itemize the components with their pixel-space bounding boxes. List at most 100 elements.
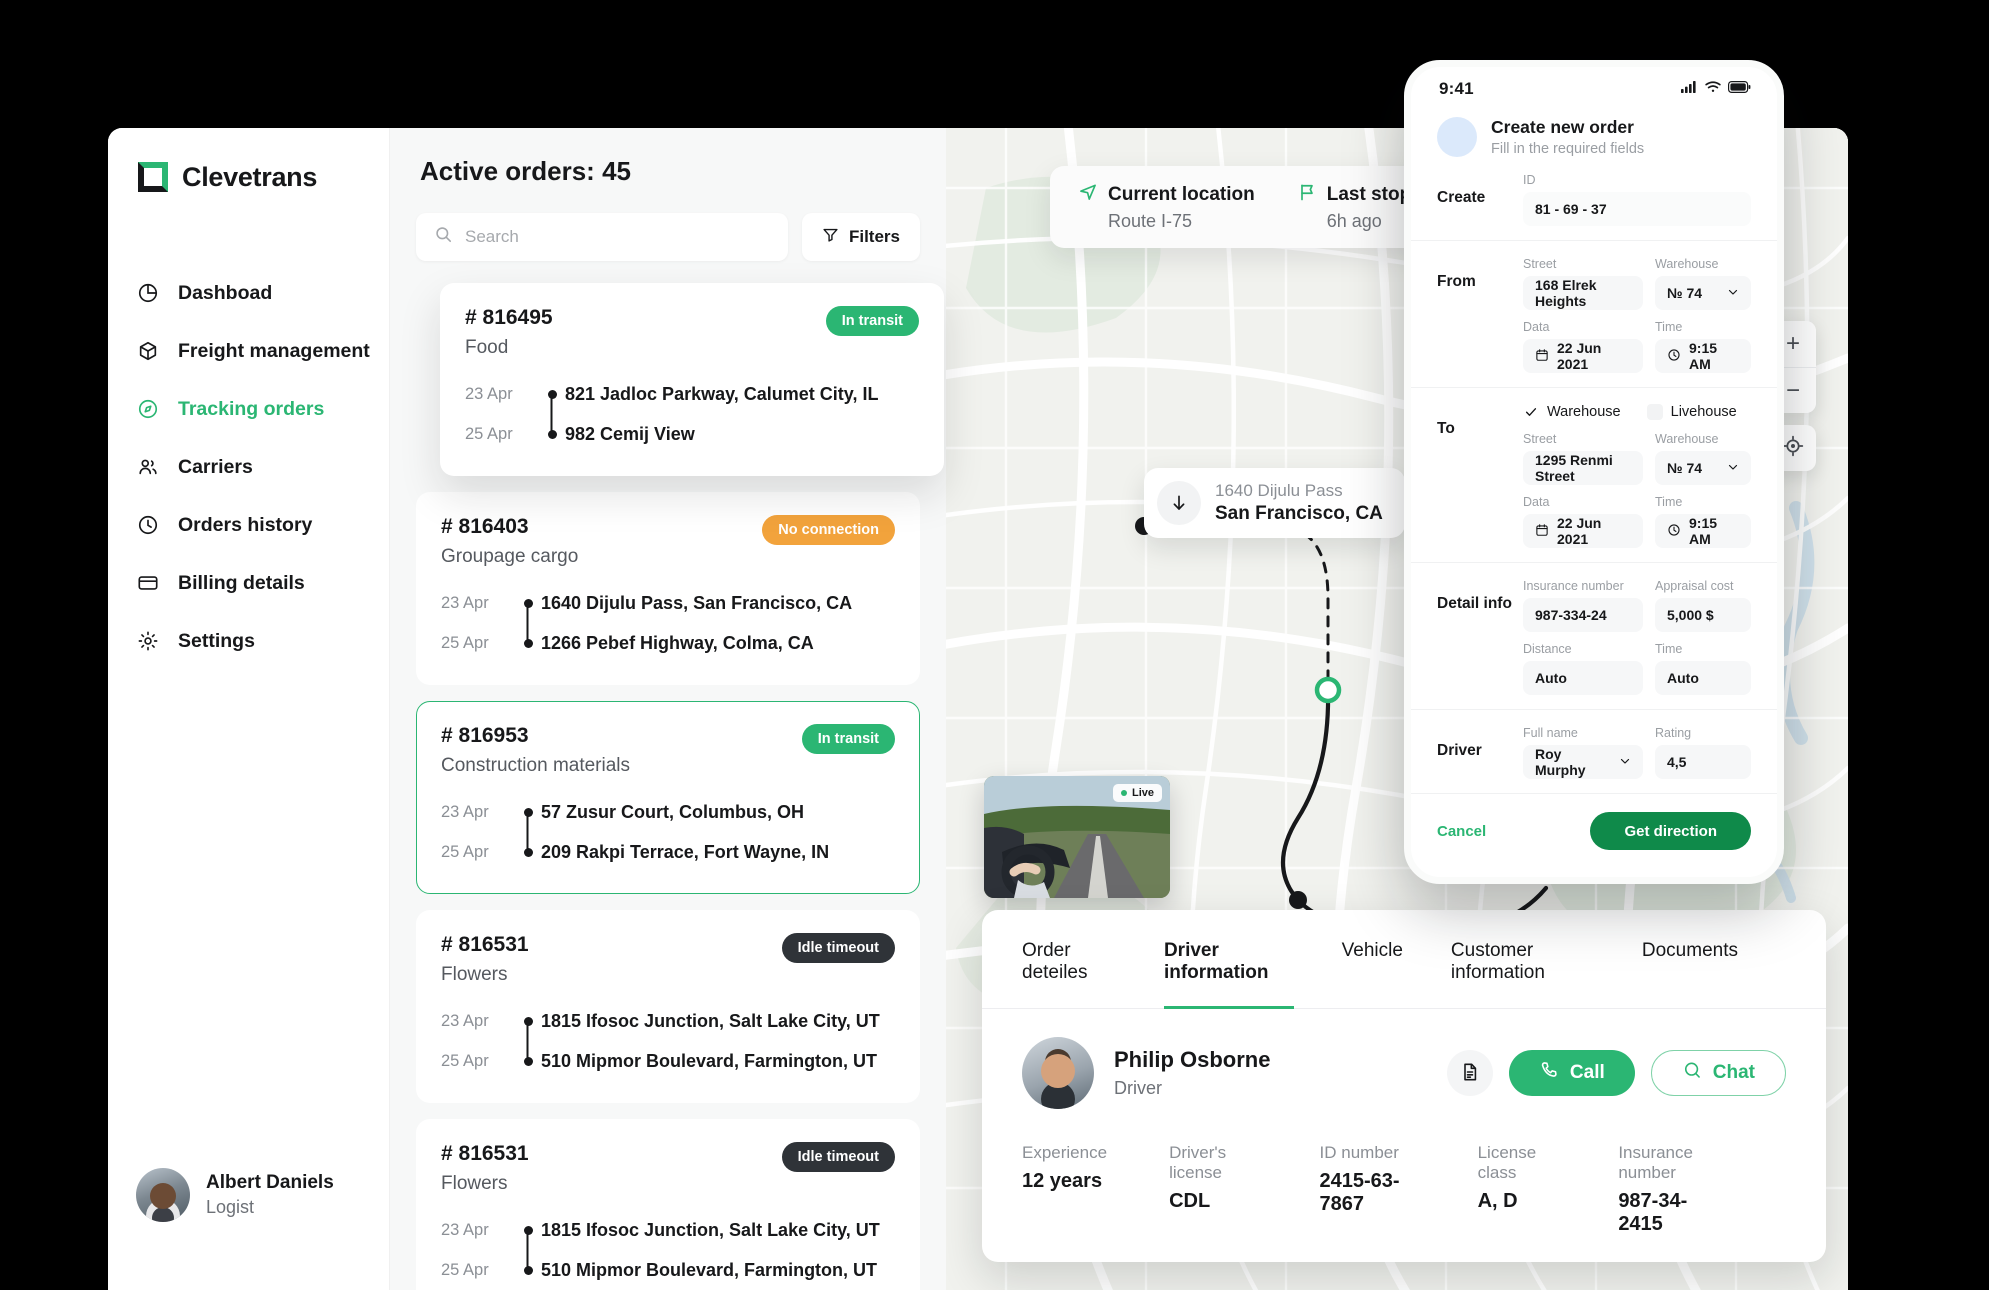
stat-insurance-number: Insurance number 987-34-2415 [1618, 1143, 1724, 1236]
order-card[interactable]: # 816953 Construction materials In trans… [416, 701, 920, 894]
driver-rating-input[interactable]: 4,5 [1655, 745, 1751, 779]
appraisal-cost-input[interactable]: 5,000 $ [1655, 598, 1751, 632]
get-direction-button[interactable]: Get direction [1590, 812, 1751, 850]
route-line [526, 1230, 529, 1270]
phone-header: Create new order Fill in the required fi… [1411, 111, 1777, 157]
route-dot [515, 807, 541, 817]
field-order-id: ID 81 - 69 - 37 [1523, 173, 1751, 226]
status-badge: Idle timeout [781, 1142, 895, 1172]
phone-subtitle: Fill in the required fields [1491, 141, 1645, 157]
phone-section-driver: Driver Full name Roy Murphy Rating 4,5 [1411, 709, 1777, 779]
pin-address-line1: 1640 Dijulu Pass [1215, 481, 1343, 500]
sidebar-item-freight-management[interactable]: Freight management [108, 322, 389, 380]
status-badge: In transit [825, 306, 919, 336]
field-from-street: Street 168 Elrek Heights [1523, 257, 1643, 310]
document-button[interactable] [1446, 1050, 1493, 1096]
to-warehouse-select[interactable]: № 74 [1655, 451, 1751, 485]
from-street-input[interactable]: 168 Elrek Heights [1523, 276, 1643, 310]
stat-value: 2415-63-7867 [1319, 1170, 1400, 1215]
orders-list-pane: Active orders: 45 Search Filters # 81649… [390, 128, 946, 1290]
detail-time-input[interactable]: Auto [1655, 661, 1751, 695]
tab-customer-information[interactable]: Customer information [1451, 910, 1594, 1009]
from-time-input[interactable]: 9:15 AM [1655, 339, 1751, 373]
insurance-number-input[interactable]: 987-334-24 [1523, 598, 1643, 632]
route-line [526, 603, 529, 643]
filters-button[interactable]: Filters [801, 213, 920, 261]
phone-section-to: To Warehouse Livehouse Street 1295 Renmi… [1411, 387, 1777, 548]
toggle-livehouse[interactable]: Livehouse [1646, 404, 1737, 420]
route-date: 25 Apr [441, 842, 489, 861]
stat-value: CDL [1169, 1190, 1211, 1212]
order-id: # 816403 [441, 515, 529, 538]
to-warehouse-value: № 74 [1667, 460, 1703, 476]
driver-name-select[interactable]: Roy Murphy [1523, 745, 1643, 779]
tab-order-details[interactable]: Order deteiles [1022, 910, 1116, 1009]
sidebar-item-tracking-orders[interactable]: Tracking orders [108, 380, 389, 438]
order-card[interactable]: # 816531 Flowers Idle timeout 23 Apr 181… [416, 910, 920, 1103]
order-route: 23 Apr 1815 Ifosoc Junction, Salt Lake C… [441, 1004, 895, 1078]
section-label: To [1437, 420, 1455, 437]
toggle-livehouse-label: Livehouse [1670, 404, 1737, 420]
sidebar-item-orders-history[interactable]: Orders history [108, 496, 389, 554]
driver-role: Driver [1114, 1078, 1162, 1098]
screenshot-stage: Clevetrans Dashboad Freight management T… [0, 0, 1989, 1290]
driver-header: Philip Osborne Driver Call Chat [982, 1009, 1826, 1109]
tab-vehicle[interactable]: Vehicle [1342, 910, 1403, 1009]
cancel-button[interactable]: Cancel [1437, 823, 1486, 840]
chat-label: Chat [1712, 1062, 1755, 1083]
search-input[interactable] [465, 227, 770, 247]
stat-drivers-license: Driver's license CDL [1169, 1143, 1257, 1236]
gear-icon [136, 629, 160, 653]
field-driver-name: Full name Roy Murphy [1523, 726, 1643, 779]
route-line [526, 1021, 529, 1061]
toggle-warehouse[interactable]: Warehouse [1523, 404, 1621, 420]
order-card[interactable]: # 816531 Flowers Idle timeout 23 Apr 181… [416, 1119, 920, 1290]
clock-icon [136, 513, 160, 537]
to-type-toggles: Warehouse Livehouse [1523, 404, 1751, 420]
sidebar-user[interactable]: Albert Daniels Logist [136, 1168, 334, 1222]
field-label: Data [1523, 320, 1550, 334]
dashcam-preview[interactable]: Live [984, 776, 1170, 898]
sidebar-item-settings[interactable]: Settings [108, 612, 389, 670]
user-name: Albert Daniels [206, 1172, 334, 1193]
from-date-input[interactable]: 22 Jun 2021 [1523, 339, 1643, 373]
sidebar-item-dashboard[interactable]: Dashboad [108, 264, 389, 322]
sidebar-item-billing-details[interactable]: Billing details [108, 554, 389, 612]
chevron-down-icon [1619, 754, 1631, 770]
user-role: Logist [206, 1197, 255, 1217]
battery-icon [1728, 80, 1751, 98]
call-button[interactable]: Call [1508, 1050, 1635, 1096]
map-pin-popup[interactable]: 1640 Dijulu Pass San Francisco, CA [1144, 468, 1405, 538]
search-box[interactable] [416, 213, 788, 261]
field-label: Insurance number [1523, 579, 1624, 593]
status-time: 9:41 [1439, 79, 1474, 98]
page-title: Active orders: 45 [420, 156, 631, 186]
field-label: Street [1523, 257, 1557, 271]
chat-button[interactable]: Chat [1650, 1050, 1786, 1096]
route-address: 821 Jadloc Parkway, Calumet City, IL [565, 383, 879, 404]
distance-input[interactable]: Auto [1523, 661, 1643, 695]
route-date: 25 Apr [441, 1260, 489, 1279]
field-label: Time [1655, 495, 1683, 509]
tab-documents[interactable]: Documents [1642, 910, 1738, 1009]
route-date: 23 Apr [441, 1011, 489, 1030]
route-line [550, 394, 553, 434]
to-date-input[interactable]: 22 Jun 2021 [1523, 514, 1643, 548]
locate-icon [1782, 435, 1804, 462]
document-icon [1460, 1062, 1480, 1085]
order-id: # 816953 [441, 724, 529, 747]
sidebar-item-carriers[interactable]: Carriers [108, 438, 389, 496]
order-id-input[interactable]: 81 - 69 - 37 [1523, 192, 1751, 226]
route-address: 510 Mipmor Boulevard, Farmington, UT [541, 1050, 878, 1071]
field-driver-rating: Rating 4,5 [1655, 726, 1751, 779]
sidebar-item-label: Settings [178, 629, 255, 652]
status-badge: No connection [762, 515, 895, 545]
order-card[interactable]: # 816495 Food In transit 23 Apr 821 Jadl… [440, 283, 944, 476]
route-address: 209 Rakpi Terrace, Fort Wayne, IN [541, 841, 830, 862]
search-icon [434, 225, 453, 249]
from-warehouse-select[interactable]: № 74 [1655, 276, 1751, 310]
to-time-input[interactable]: 9:15 AM [1655, 514, 1751, 548]
tab-driver-information[interactable]: Driver information [1163, 910, 1294, 1009]
to-street-input[interactable]: 1295 Renmi Street [1523, 451, 1643, 485]
order-card[interactable]: # 816403 Groupage cargo No connection 23… [416, 492, 920, 685]
